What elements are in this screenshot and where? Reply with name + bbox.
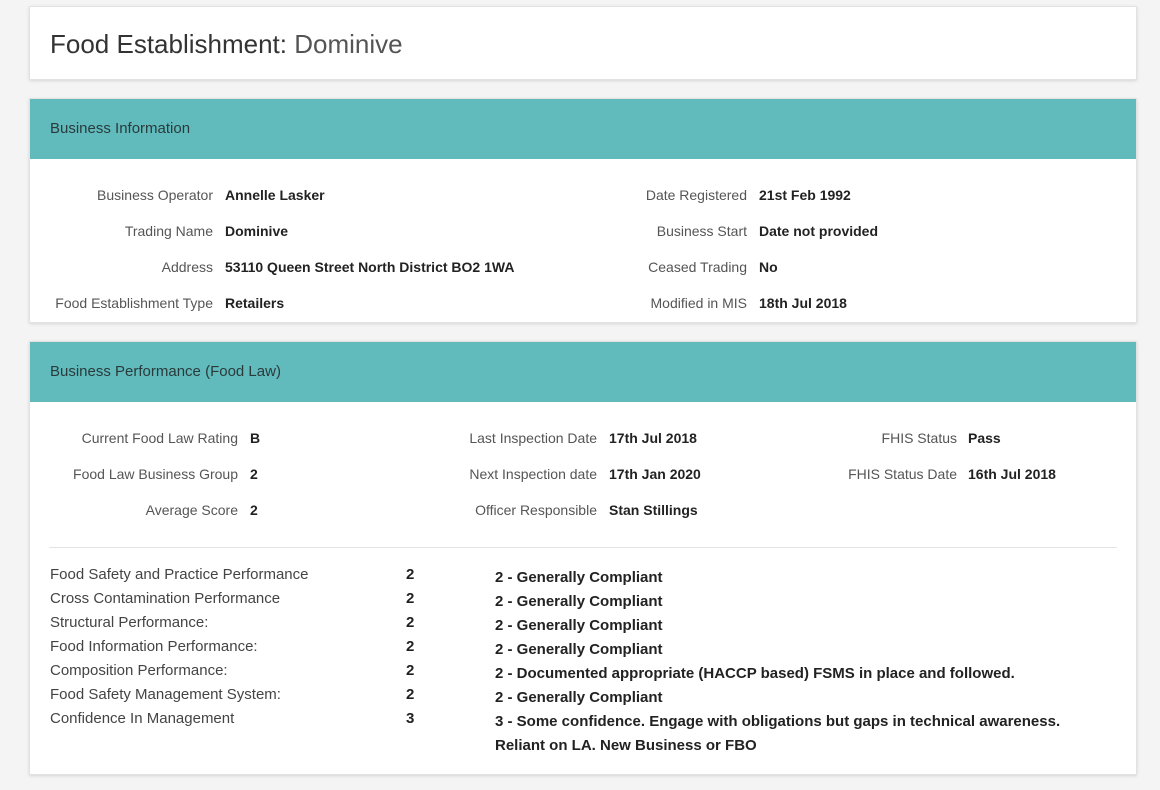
score-description: 2 - Generally Compliant: [495, 617, 663, 634]
score-label: Food Safety Management System:: [50, 686, 281, 703]
field-value: 18th Jul 2018: [759, 295, 847, 311]
field-value: Dominive: [225, 223, 289, 239]
field-label: Next Inspection date: [469, 466, 597, 482]
field-label: Address: [161, 259, 213, 275]
section-divider: [49, 547, 1117, 548]
field-value: B: [250, 430, 261, 446]
field-label: Ceased Trading: [648, 259, 747, 275]
field-value: Pass: [968, 430, 1001, 446]
business-information-heading: Business Information: [30, 99, 1136, 159]
field-value: Stan Stillings: [609, 502, 698, 518]
page-title-prefix: Food Establishment:: [50, 29, 288, 59]
score-description: 2 - Generally Compliant: [495, 689, 663, 706]
score-description: 3 - Some confidence. Engage with obligat…: [495, 713, 1061, 754]
field-value: 2: [250, 466, 258, 482]
score-label: Food Information Performance:: [50, 638, 258, 655]
field-label: FHIS Status Date: [848, 466, 957, 482]
score-value: 3: [406, 710, 415, 727]
field-label: Business Start: [656, 223, 747, 239]
score-description: 2 - Generally Compliant: [495, 641, 663, 658]
field-label: Current Food Law Rating: [81, 430, 238, 446]
field-value: No: [759, 259, 778, 275]
field-value: 2: [250, 502, 258, 518]
field-value: 53110 Queen Street North District BO2 1W…: [225, 259, 515, 275]
field-label: Officer Responsible: [475, 502, 597, 518]
score-value: 2: [406, 614, 415, 631]
field-label: Food Law Business Group: [73, 466, 238, 482]
field-label: Date Registered: [645, 187, 747, 203]
score-value: 2: [406, 686, 415, 703]
field-label: Average Score: [145, 502, 238, 518]
score-value: 2: [406, 590, 415, 607]
score-label: Food Safety and Practice Performance: [50, 566, 309, 583]
title-card: Food Establishment: Dominive: [29, 6, 1137, 80]
score-description: 2 - Generally Compliant: [495, 593, 663, 610]
score-value: 2: [406, 638, 415, 655]
score-label: Composition Performance:: [50, 662, 228, 679]
field-value: Annelle Lasker: [225, 187, 325, 203]
business-performance-panel: Business Performance (Food Law) Current …: [29, 341, 1137, 775]
page-title: Food Establishment: Dominive: [50, 29, 403, 60]
score-label: Structural Performance:: [50, 614, 209, 631]
score-label: Confidence In Management: [50, 710, 235, 727]
field-label: Business Operator: [97, 187, 213, 203]
business-performance-heading: Business Performance (Food Law): [30, 342, 1136, 402]
business-information-panel: Business Information Business Operator A…: [29, 98, 1137, 323]
field-value: Retailers: [225, 295, 285, 311]
score-value: 2: [406, 662, 415, 679]
field-value: Date not provided: [759, 223, 879, 239]
score-description: 2 - Generally Compliant: [495, 569, 663, 586]
field-value: 17th Jul 2018: [609, 430, 697, 446]
field-label: FHIS Status: [881, 430, 957, 446]
field-label: Trading Name: [124, 223, 213, 239]
field-value: 17th Jan 2020: [609, 466, 701, 482]
field-label: Last Inspection Date: [469, 430, 597, 446]
field-value: 16th Jul 2018: [968, 466, 1056, 482]
field-label: Modified in MIS: [650, 295, 747, 311]
score-label: Cross Contamination Performance: [50, 590, 281, 607]
field-label: Food Establishment Type: [55, 295, 213, 311]
field-value: 21st Feb 1992: [759, 187, 851, 203]
score-description: 2 - Documented appropriate (HACCP based)…: [495, 665, 1015, 682]
page-title-name: Dominive: [294, 29, 403, 59]
score-value: 2: [406, 566, 415, 583]
